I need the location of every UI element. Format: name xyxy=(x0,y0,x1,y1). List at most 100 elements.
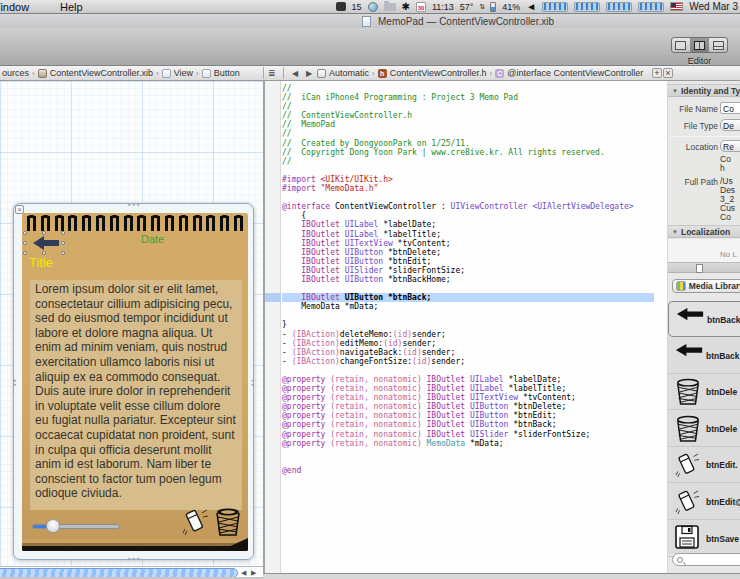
code-line[interactable] xyxy=(282,457,654,466)
code-line[interactable]: IBOutlet UIButton *btnBackHome; xyxy=(282,275,654,284)
media-item-btnBack[interactable]: btnBack xyxy=(668,301,740,337)
code-line[interactable]: // MemoPad xyxy=(282,120,654,129)
folder-icon[interactable] xyxy=(384,3,396,11)
font-size-slider[interactable] xyxy=(32,519,120,533)
media-item-btnEdit[interactable]: btnEdit@ xyxy=(668,484,740,520)
code-line[interactable]: // iCan iPhone4 Programming : Project 3 … xyxy=(282,93,654,102)
memo-text-view[interactable]: Lorem ipsum dolor sit er elit lamet, con… xyxy=(30,280,242,510)
code-line[interactable]: // xyxy=(282,84,654,93)
date-label[interactable]: Date xyxy=(141,233,164,245)
media-search-field[interactable] xyxy=(672,553,740,566)
selection-handle[interactable] xyxy=(23,241,27,245)
code-line[interactable]: - (IBAction)deleteMemo:(id)sender; xyxy=(282,330,654,339)
slider-thumb[interactable] xyxy=(46,519,60,533)
code-line[interactable]: @property (retain, nonatomic) IBOutlet U… xyxy=(282,430,654,439)
breadcrumb-item[interactable]: ources xyxy=(2,68,29,78)
code-line[interactable]: // Copyright Dong Yoon Park | www.cre8iv… xyxy=(282,148,654,157)
delete-button-icon[interactable] xyxy=(214,507,242,537)
selection-handle[interactable] xyxy=(23,231,27,235)
media-library-list[interactable]: btnBackbtnBackbtnDelebtnDelebtnEdit.btnE… xyxy=(668,301,740,554)
menu-help[interactable]: Help xyxy=(60,1,83,13)
code-line[interactable]: - (IBAction)navigateBack:(id)sender; xyxy=(282,348,654,357)
code-line[interactable]: // Created by DongyoonPark on 1/25/11. xyxy=(282,139,654,148)
nav-back-button[interactable]: ◀ xyxy=(288,66,302,80)
ib-breadcrumb[interactable]: ources›ContentViewController.xib›View›Bu… xyxy=(2,66,240,80)
input-menu-icon[interactable] xyxy=(336,2,346,11)
standard-editor-button[interactable] xyxy=(672,38,691,52)
code-line[interactable]: IBOutlet UIButton *btnEdit; xyxy=(282,257,654,266)
assistant-editor-button[interactable] xyxy=(691,38,710,52)
related-items-icon[interactable]: ≣ xyxy=(268,66,276,80)
edit-button-icon[interactable] xyxy=(182,507,208,537)
code-line[interactable] xyxy=(282,166,654,175)
code-line[interactable]: - (IBAction)changeFontSize:(id)sender; xyxy=(282,357,654,366)
code-line[interactable]: @property (retain, nonatomic) IBOutlet U… xyxy=(282,375,654,384)
code-line[interactable]: #import <UIKit/UIKit.h> xyxy=(282,175,654,184)
code-line[interactable]: @end xyxy=(282,466,654,475)
media-item-btnBack[interactable]: btnBack xyxy=(668,338,740,374)
code-line[interactable]: IBOutlet UILabel *labelTitle; xyxy=(282,230,654,239)
code-line[interactable]: @property (retain, nonatomic) IBOutlet U… xyxy=(282,411,654,420)
editor-breadcrumb[interactable]: Automatic›hContentViewController.h›C@int… xyxy=(317,66,643,80)
code-line[interactable]: IBOutlet UISlider *sliderFontSize; xyxy=(282,266,654,275)
code-line[interactable] xyxy=(282,284,654,293)
code-line[interactable]: @interface ContentViewController : UIVie… xyxy=(282,202,654,211)
code-line[interactable]: @property (retain, nonatomic) IBOutlet U… xyxy=(282,384,654,393)
selection-handle[interactable] xyxy=(23,251,27,255)
calendar-icon[interactable]: 30 xyxy=(416,2,426,12)
selection-handle[interactable] xyxy=(61,231,65,235)
version-editor-button[interactable] xyxy=(709,38,727,52)
ib-canvas[interactable]: × ● ● ● ● ● ● ●● ●● ∙∙ ∙∙ ∙∙ Date Title … xyxy=(0,81,263,566)
media-library-dropdown[interactable]: Media Library xyxy=(672,279,740,293)
code-line[interactable]: @property (retain, nonatomic) IBOutlet U… xyxy=(282,420,654,429)
editor-segmented-control[interactable] xyxy=(671,37,728,53)
code-line[interactable]: @property (retain, nonatomic) IBOutlet U… xyxy=(282,393,654,402)
code-line[interactable]: // xyxy=(282,102,654,111)
breadcrumb-item[interactable]: View xyxy=(174,68,193,78)
file-name-field[interactable]: Co xyxy=(720,102,740,114)
media-item-btnDele[interactable]: btnDele xyxy=(668,411,740,447)
code-line[interactable]: - (IBAction)editMemo:(id)sender; xyxy=(282,339,654,348)
menu-window[interactable]: Window xyxy=(0,1,29,13)
volume-icon[interactable]: ◄ xyxy=(526,2,536,12)
location-dropdown[interactable]: Re xyxy=(720,140,740,152)
code-line[interactable]: // xyxy=(282,157,654,166)
breadcrumb-item[interactable]: ContentViewController.xib xyxy=(50,68,153,78)
selection-handle[interactable] xyxy=(61,251,65,255)
breadcrumb-item[interactable]: Button xyxy=(214,68,240,78)
code-line[interactable]: MemoData *mData; xyxy=(282,302,654,311)
breadcrumb-item[interactable]: Automatic xyxy=(329,68,369,78)
code-line[interactable] xyxy=(282,193,654,202)
flag-icon[interactable] xyxy=(670,2,683,11)
identity-section-header[interactable]: ▼Identity and Type xyxy=(668,84,740,97)
breadcrumb-item[interactable]: ContentViewController.h xyxy=(390,68,487,78)
code-line[interactable]: IBOutlet UIButton *btnBack; xyxy=(282,293,654,302)
title-label[interactable]: Title xyxy=(29,255,53,270)
file-badge-icon[interactable] xyxy=(696,264,703,273)
code-line[interactable] xyxy=(282,311,654,320)
code-line[interactable]: { xyxy=(282,211,654,220)
code-line[interactable]: IBOutlet UILabel *labelDate; xyxy=(282,220,654,229)
close-assistant-editor-button[interactable]: × xyxy=(663,68,673,78)
back-button[interactable] xyxy=(25,233,63,253)
selection-handle[interactable] xyxy=(61,241,65,245)
code-line[interactable]: @property (retain, nonatomic) IBOutlet U… xyxy=(282,402,654,411)
code-line[interactable]: } xyxy=(282,320,654,329)
code-line[interactable] xyxy=(282,448,654,457)
nav-forward-button[interactable]: ▶ xyxy=(302,66,316,80)
file-type-dropdown[interactable]: De xyxy=(720,119,740,131)
app-icon[interactable]: ✱ xyxy=(402,2,410,12)
media-item-btnEdit[interactable]: btnEdit. xyxy=(668,447,740,483)
breadcrumb-item[interactable]: @interface ContentViewController xyxy=(507,68,643,78)
selection-handle[interactable] xyxy=(42,231,46,235)
code-line[interactable]: #import "MemoData.h" xyxy=(282,184,654,193)
ib-view-window[interactable]: × ● ● ● ● ● ● ●● ●● ∙∙ ∙∙ ∙∙ Date Title … xyxy=(13,203,254,560)
code-line[interactable]: // xyxy=(282,129,654,138)
code-line[interactable]: IBOutlet UITextView *tvContent; xyxy=(282,239,654,248)
code-line[interactable]: @property (retain, nonatomic) MemoData *… xyxy=(282,439,654,448)
add-assistant-editor-button[interactable]: + xyxy=(652,68,662,78)
code-line[interactable]: IBOutlet UIButton *btnDelete; xyxy=(282,248,654,257)
media-item-btnSave[interactable]: btnSave xyxy=(668,521,740,557)
code-editor[interactable]: //// iCan iPhone4 Programming : Project … xyxy=(265,81,667,573)
sync-icon[interactable]: ⇅ xyxy=(479,3,484,11)
